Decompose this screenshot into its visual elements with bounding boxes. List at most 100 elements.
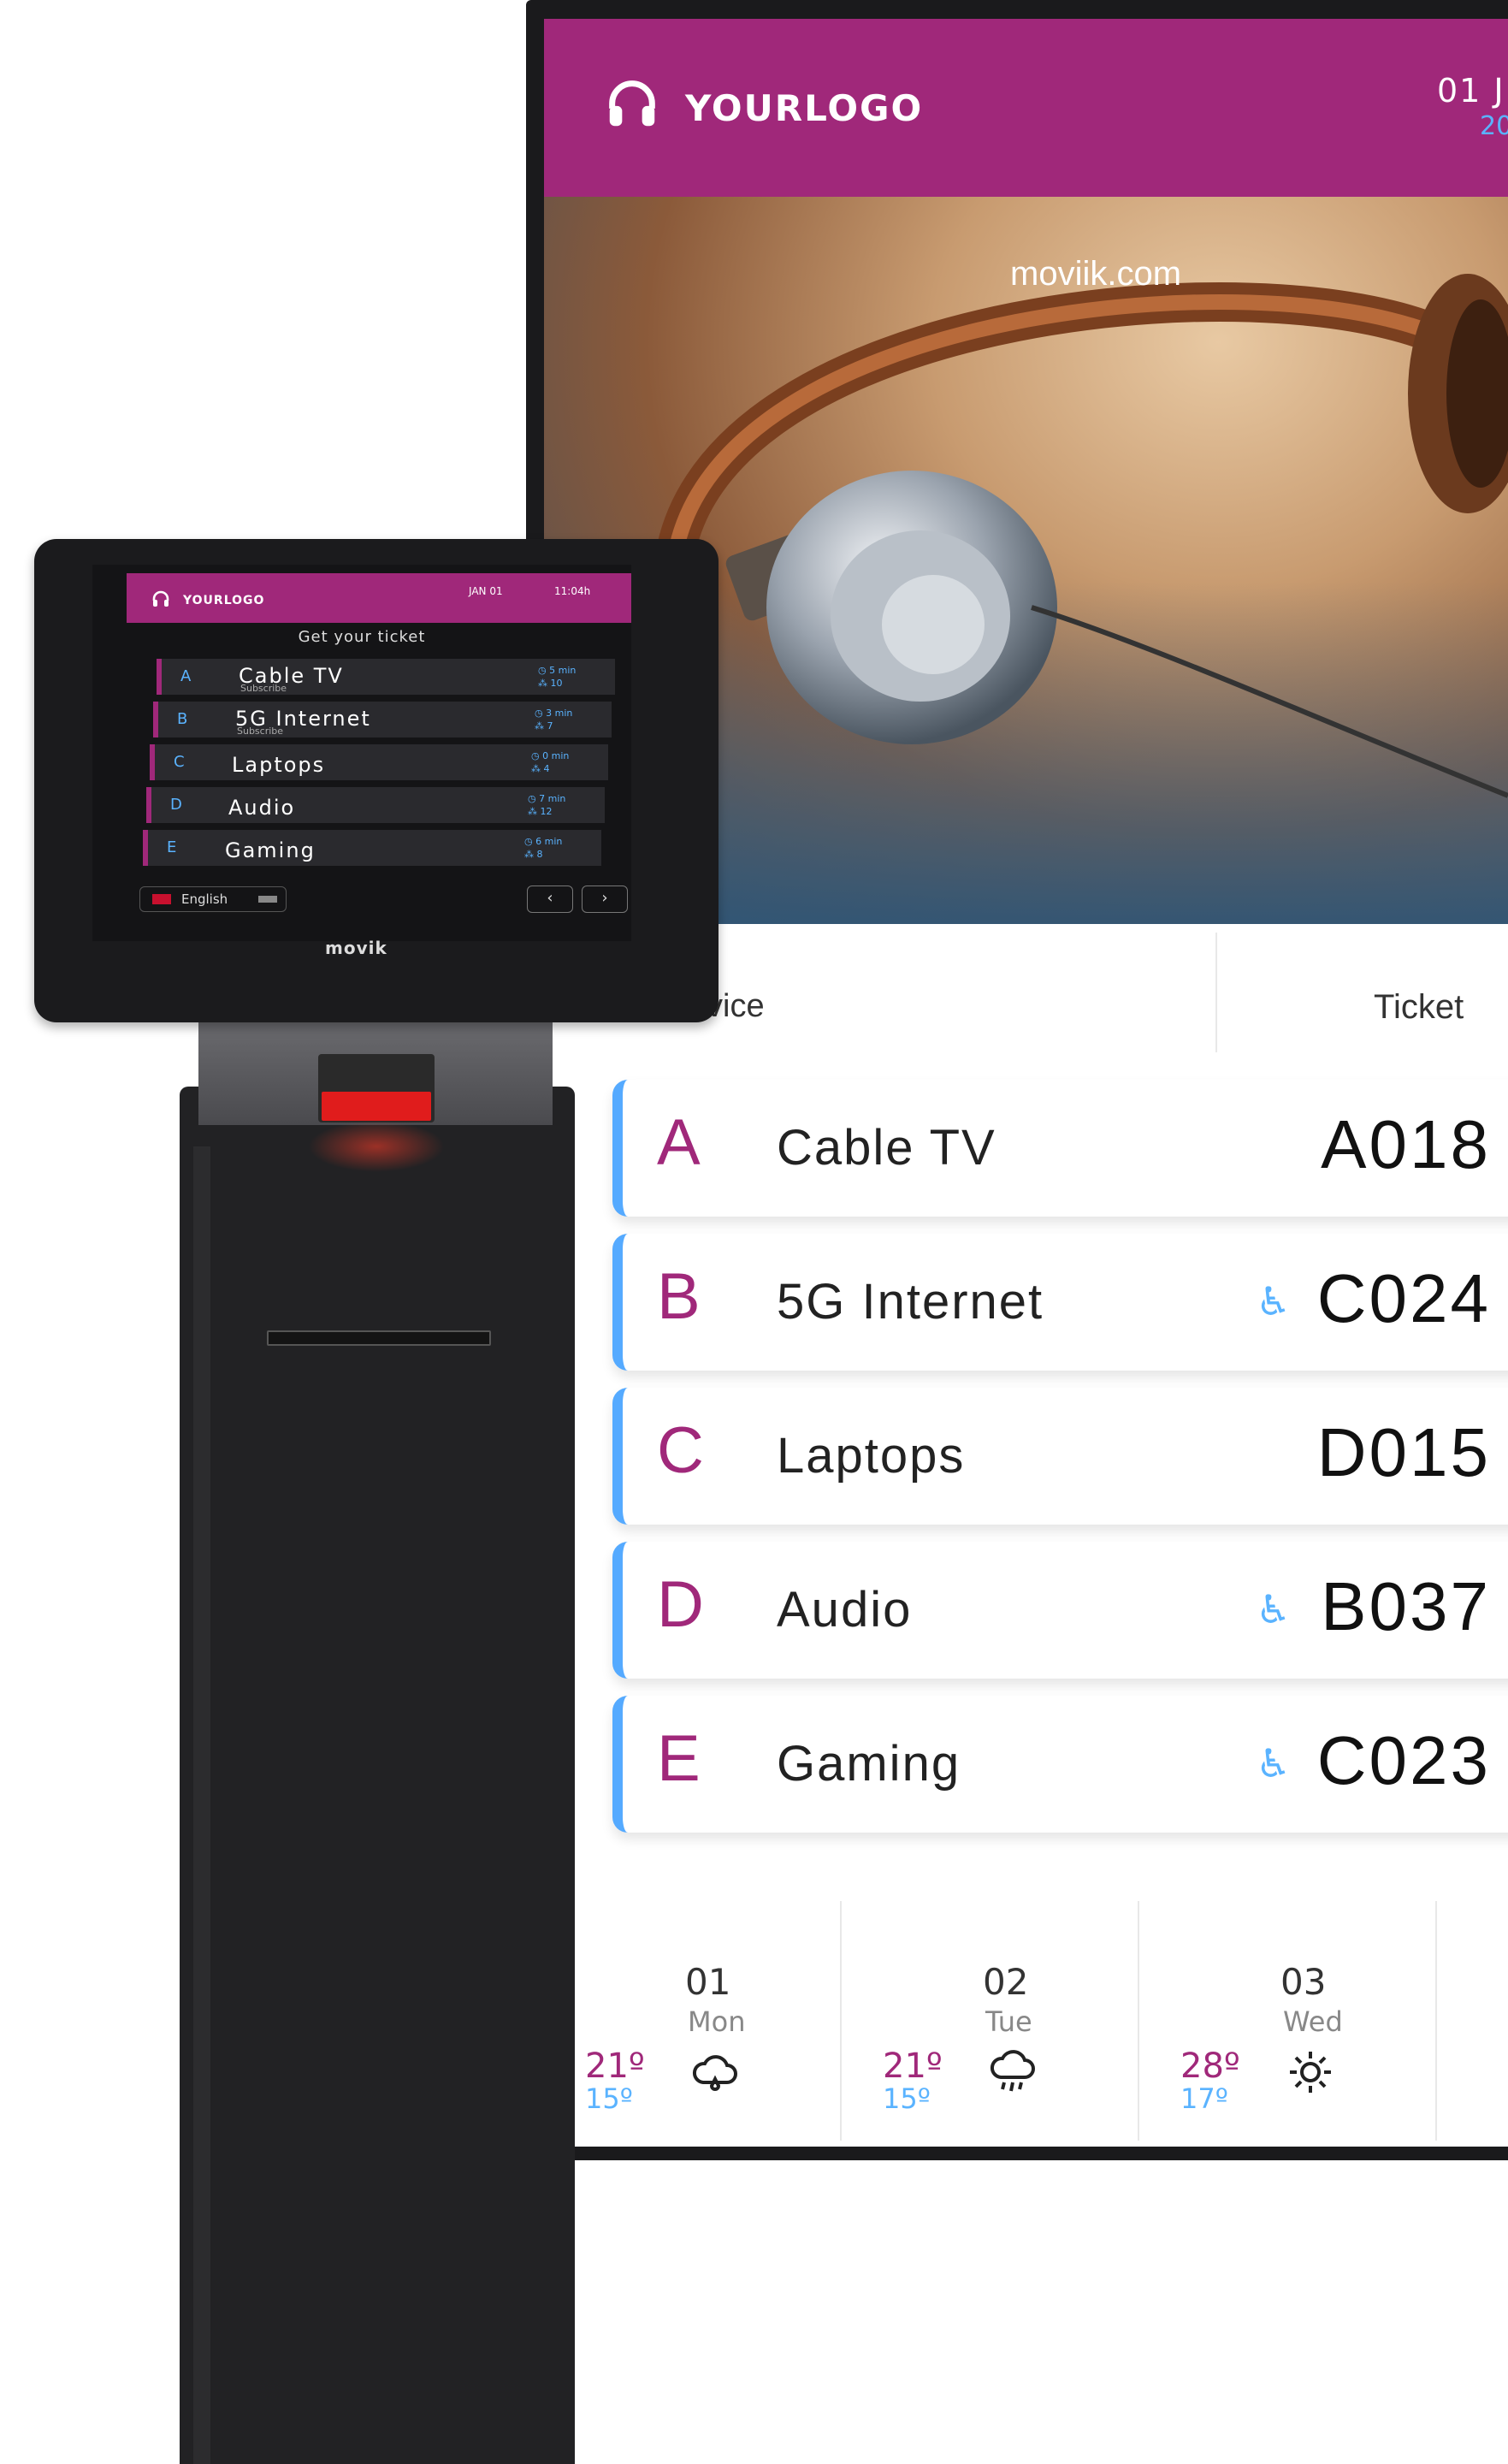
kiosk-service-name: Audio (228, 796, 296, 820)
clock-icon: ◷ (538, 665, 550, 676)
card-reader-glow (308, 1121, 445, 1172)
language-label: English (181, 891, 228, 907)
kiosk-queue-count: 10 (550, 678, 563, 689)
next-page-button[interactable]: › (582, 886, 628, 913)
kiosk-service-button[interactable]: E Gaming ◷ 6 min ⁂ 8 (143, 830, 601, 866)
queue-service-name: Audio (777, 1582, 913, 1638)
queue-letter: A (657, 1106, 701, 1179)
people-icon: ⁂ (528, 806, 541, 817)
queue-ticket-number: B037 (1321, 1568, 1491, 1644)
headphones-icon (609, 80, 655, 127)
weather-high: 21º (585, 2046, 645, 2086)
cloud-rain-icon (692, 2055, 737, 2091)
clock-icon: ◷ (535, 708, 547, 719)
card-reader (318, 1054, 435, 1122)
weather-high: 21º (883, 2046, 943, 2086)
ticket-printer-slot (267, 1330, 491, 1346)
queue-letter: B (657, 1260, 701, 1333)
kiosk-queue-count: 12 (540, 806, 553, 817)
kiosk-service-button[interactable]: B 5G Internet Subscribe ◷ 3 min ⁂ 7 (153, 702, 612, 737)
queue-row: D Audio ♿ B037 (612, 1542, 1508, 1679)
kiosk-title: Get your ticket (298, 628, 426, 646)
people-icon: ⁂ (535, 720, 547, 732)
weather-day-name: Mon (688, 2005, 746, 2038)
people-icon: ⁂ (538, 678, 551, 689)
prev-page-button[interactable]: ‹ (527, 886, 573, 913)
clock-icon: ◷ (524, 836, 536, 847)
queue-row: E Gaming ♿ C023 (612, 1696, 1508, 1833)
kiosk-service-wait: ◷ 7 min ⁂ 12 (528, 792, 565, 818)
people-icon: ⁂ (531, 763, 544, 774)
weather-day-name: Tue (985, 2005, 1032, 2038)
kiosk-header: YOURLOGO JAN 01 11:04h (127, 573, 631, 623)
display-logo: YOURLOGO (685, 87, 924, 129)
queue-ticket-number: C024 (1316, 1260, 1491, 1336)
display-year: 20 (1480, 111, 1508, 141)
kiosk-service-wait: ◷ 3 min ⁂ 7 (535, 707, 572, 732)
queue-letter: C (657, 1414, 704, 1487)
kiosk-service-button[interactable]: A Cable TV Subscribe ◷ 5 min ⁂ 10 (157, 659, 615, 695)
kiosk-logo: YOURLOGO (183, 594, 265, 607)
uk-flag-icon (152, 894, 171, 904)
kiosk-queue-count: 8 (536, 849, 543, 860)
weather-forecast: 01 Mon 21º 15º 02 Tue 21º 15º 03 Wed 28º 17º (544, 1892, 1508, 2147)
kiosk-pole-edge (193, 1146, 210, 2464)
weather-low: 17º (1180, 2082, 1228, 2115)
headphones-icon (152, 590, 169, 607)
clock-icon: ◷ (531, 750, 543, 761)
kiosk-queue-count: 7 (547, 720, 553, 732)
kiosk-brand: movik (325, 938, 387, 958)
queue-service-name: Laptops (777, 1428, 966, 1484)
kiosk-service-name: Laptops (232, 753, 326, 777)
weather-day-number: 02 (983, 1961, 1029, 2003)
kiosk-wait-time: 6 min (535, 836, 563, 847)
kiosk-service-letter: B (177, 710, 188, 728)
kiosk-service-sub: Subscribe (240, 683, 287, 694)
queue-service-name: 5G Internet (777, 1274, 1044, 1330)
display-date: 01 J (1437, 72, 1505, 110)
kiosk-service-wait: ◷ 0 min ⁂ 4 (531, 749, 569, 775)
accessibility-icon: ♿ (1256, 1586, 1292, 1632)
watermark: moviik.com (1010, 255, 1182, 293)
kiosk-wait-time: 5 min (549, 665, 577, 676)
queue-ticket-number: D015 (1316, 1414, 1491, 1490)
kiosk-service-letter: C (174, 753, 185, 771)
cloud-showers-icon (990, 2050, 1035, 2092)
kiosk-service-letter: E (167, 838, 177, 856)
weather-day: 02 Tue 21º 15º (842, 1892, 1139, 2147)
weather-high: 28º (1180, 2046, 1240, 2086)
people-icon: ⁂ (524, 849, 537, 860)
queue-service-name: Gaming (777, 1736, 961, 1792)
kiosk-time: 11:04h (554, 585, 591, 597)
queue-letter: E (657, 1722, 701, 1795)
weather-day-number: 01 (685, 1961, 731, 2003)
weather-low: 15º (883, 2082, 931, 2115)
weather-day: 01 Mon 21º 15º (544, 1892, 842, 2147)
queue-row: B 5G Internet ♿ C024 (612, 1234, 1508, 1371)
kiosk-wait-time: 7 min (539, 793, 566, 804)
kiosk-service-button[interactable]: D Audio ◷ 7 min ⁂ 12 (146, 787, 605, 823)
queue-ticket-number: C023 (1316, 1722, 1491, 1798)
weather-low: 15º (585, 2082, 633, 2115)
kiosk-service-wait: ◷ 6 min ⁂ 8 (524, 835, 562, 861)
weather-day-name: Wed (1283, 2005, 1343, 2038)
kiosk-service-button[interactable]: C Laptops ◷ 0 min ⁂ 4 (150, 744, 608, 780)
column-header-ticket: Ticket (1374, 988, 1464, 1026)
kiosk-pole (180, 1087, 575, 2464)
display-screen: YOURLOGO 01 J 20 moviik.com vice Ticket … (544, 19, 1508, 2147)
kiosk-service-name: Gaming (225, 838, 316, 862)
clock-icon: ◷ (528, 793, 540, 804)
queue-service-name: Cable TV (777, 1120, 996, 1176)
display-header: YOURLOGO 01 J 20 (544, 19, 1508, 197)
kiosk-service-sub: Subscribe (237, 726, 284, 737)
kiosk-queue-count: 4 (543, 763, 550, 774)
queue-row: C Laptops D015 (612, 1388, 1508, 1525)
accessibility-icon: ♿ (1256, 1740, 1292, 1786)
accessibility-icon: ♿ (1256, 1278, 1292, 1324)
sun-icon (1290, 2052, 1331, 2093)
language-selector[interactable]: English (139, 886, 287, 912)
kiosk-screen: YOURLOGO JAN 01 11:04h Get your ticket A… (92, 565, 631, 941)
queue-letter: D (657, 1568, 704, 1641)
kiosk-service-letter: D (170, 796, 182, 814)
kiosk-date: JAN 01 (469, 585, 503, 597)
